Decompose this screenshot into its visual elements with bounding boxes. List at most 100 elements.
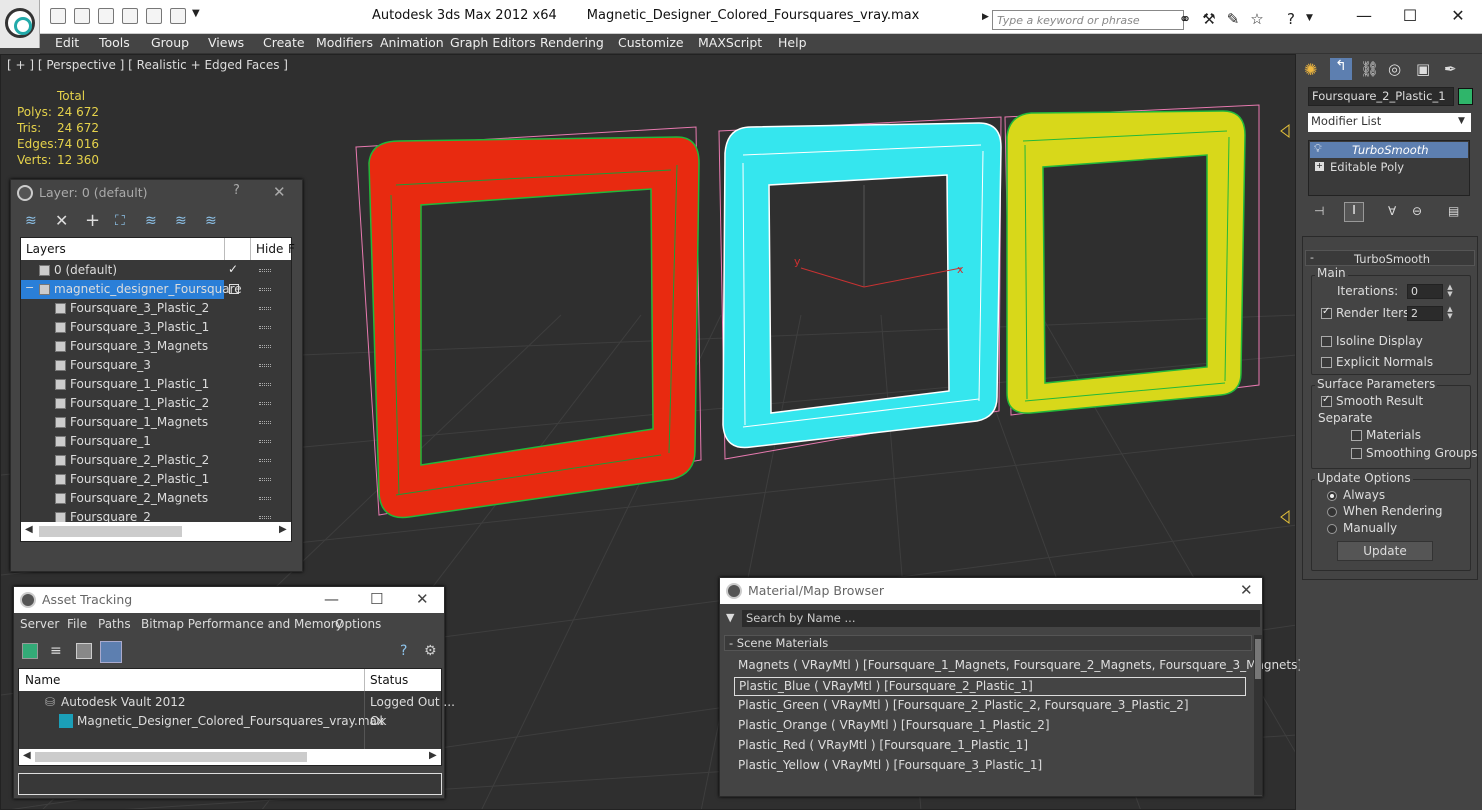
col-freeze[interactable]: F <box>288 242 295 256</box>
hide-toggle[interactable] <box>259 383 271 386</box>
bulb-icon[interactable]: 💡︎ <box>1314 142 1322 156</box>
help-dropdown-icon[interactable]: ▼ <box>1306 13 1313 23</box>
smoothing-groups-checkbox[interactable] <box>1351 448 1362 459</box>
hide-toggle[interactable] <box>259 364 271 367</box>
expand-icon[interactable]: + <box>1315 162 1324 171</box>
layer-hscroll-thumb[interactable] <box>39 526 182 537</box>
asset-minimize-button[interactable]: — <box>324 590 339 608</box>
material-vscrollbar[interactable] <box>1254 635 1262 795</box>
object-color-swatch[interactable] <box>1458 88 1473 105</box>
hide-toggle[interactable] <box>259 478 271 481</box>
asset-hscrollbar[interactable]: ◀ ▶ <box>19 749 441 765</box>
maximize-button[interactable]: ☐ <box>1392 4 1428 28</box>
undo-icon[interactable] <box>146 8 162 24</box>
minimize-button[interactable]: — <box>1346 4 1382 28</box>
hide-toggle[interactable] <box>259 440 271 443</box>
asset-maximize-button[interactable]: ☐ <box>370 590 383 608</box>
menu-graph-editors[interactable]: Graph Editors <box>450 35 536 50</box>
modify-tab-icon[interactable]: ↰ <box>1330 58 1352 80</box>
configure-sets-icon[interactable]: ▤ <box>1448 204 1459 218</box>
display-tab-icon[interactable]: ▣ <box>1416 60 1430 78</box>
menu-rendering[interactable]: Rendering <box>540 35 604 50</box>
when-rendering-radio[interactable] <box>1327 507 1337 517</box>
asset-menu-file[interactable]: File <box>67 617 87 631</box>
material-vscroll-thumb[interactable] <box>1255 639 1261 679</box>
table-view-icon[interactable] <box>100 641 122 663</box>
menu-create[interactable]: Create <box>263 35 305 50</box>
layer-close-button[interactable]: ✕ <box>273 183 286 201</box>
freeze-all-icon[interactable]: ≋ <box>205 213 217 229</box>
asset-row[interactable]: ⛁ Autodesk Vault 2012 Logged Out ... <box>19 693 455 712</box>
material-item[interactable]: Plastic_Orange ( VRayMtl ) [Foursquare_1… <box>734 717 1246 736</box>
quick-access-dropdown-icon[interactable]: ▼ <box>192 8 200 19</box>
hide-toggle[interactable] <box>259 497 271 500</box>
layer-row[interactable]: Foursquare_2_Plastic_1 <box>21 470 291 489</box>
col-name[interactable]: Name <box>25 673 60 687</box>
iterations-spinner[interactable]: 0 <box>1407 284 1443 299</box>
stack-item-editable-poly[interactable]: + Editable Poly <box>1310 159 1468 175</box>
viewport-label[interactable]: [ + ] [ Perspective ] [ Realistic + Edge… <box>7 58 288 72</box>
stack-item-turbosmooth[interactable]: 💡︎ TurboSmooth <box>1310 142 1468 158</box>
open-file-icon[interactable] <box>74 8 90 24</box>
asset-row[interactable]: Magnetic_Designer_Colored_Foursquares_vr… <box>19 712 441 731</box>
layer-row[interactable]: − magnetic_designer_Foursquare <box>21 280 291 299</box>
asset-menu-options[interactable]: Options <box>335 617 381 631</box>
asset-menu-server[interactable]: Server <box>20 617 59 631</box>
hide-toggle[interactable] <box>259 307 271 310</box>
menu-animation[interactable]: Animation <box>380 35 444 50</box>
asset-options-icon[interactable]: ⚙ <box>424 643 437 659</box>
col-layers[interactable]: Layers <box>26 242 66 256</box>
hierarchy-tab-icon[interactable]: ⛓ <box>1360 60 1379 78</box>
always-radio[interactable] <box>1327 491 1337 501</box>
render-iters-spinner[interactable]: 2 <box>1407 306 1443 321</box>
utilities-tab-icon[interactable]: ✒ <box>1444 60 1457 78</box>
active-layer-check-icon[interactable]: ✓ <box>228 262 238 276</box>
asset-status-field[interactable] <box>18 773 442 795</box>
explicit-normals-checkbox[interactable] <box>1321 357 1332 368</box>
hide-toggle[interactable] <box>259 402 271 405</box>
layer-row[interactable]: Foursquare_1 <box>21 432 291 451</box>
layer-row[interactable]: Foursquare_3_Magnets <box>21 337 291 356</box>
asset-menu-paths[interactable]: Paths <box>98 617 131 631</box>
save-file-icon[interactable] <box>98 8 114 24</box>
material-item[interactable]: Plastic_Red ( VRayMtl ) [Foursquare_1_Pl… <box>734 737 1246 756</box>
layer-row[interactable]: Foursquare_3_Plastic_2 <box>21 299 291 318</box>
collapse-icon[interactable]: − <box>25 281 34 294</box>
thumbnail-view-icon[interactable] <box>76 643 92 659</box>
iterations-spin-arrows[interactable]: ▲ ▼ <box>1445 284 1455 299</box>
hide-toggle[interactable] <box>259 326 271 329</box>
asset-close-button[interactable]: ✕ <box>416 590 429 608</box>
motion-tab-icon[interactable]: ◎ <box>1388 60 1401 78</box>
hide-toggle[interactable] <box>259 345 271 348</box>
create-tab-icon[interactable]: ✺ <box>1304 60 1317 79</box>
add-to-layer-icon[interactable]: + <box>85 210 100 231</box>
layer-row[interactable]: Foursquare_2_Plastic_2 <box>21 451 291 470</box>
menu-views[interactable]: Views <box>208 35 244 50</box>
layer-help-button[interactable]: ? <box>233 183 240 198</box>
layer-row[interactable]: Foursquare_1_Plastic_1 <box>21 375 291 394</box>
communication-icon[interactable]: ✎ <box>1224 10 1242 28</box>
layer-row[interactable]: Foursquare_1_Magnets <box>21 413 291 432</box>
refresh-icon[interactable] <box>22 643 38 659</box>
material-item[interactable]: Plastic_Green ( VRayMtl ) [Foursquare_2_… <box>734 697 1246 716</box>
render-iters-checkbox[interactable] <box>1321 306 1332 319</box>
layer-row[interactable]: Foursquare_1_Plastic_2 <box>21 394 291 413</box>
asset-help-icon[interactable]: ? <box>400 643 407 659</box>
render-iters-spin-arrows[interactable]: ▲ ▼ <box>1445 306 1455 321</box>
material-item[interactable]: Plastic_Blue ( VRayMtl ) [Foursquare_2_P… <box>734 677 1246 696</box>
hold-icon[interactable] <box>122 8 138 24</box>
new-layer-icon[interactable]: ≋ <box>25 213 37 229</box>
pin-stack-icon[interactable]: ⊣ <box>1314 204 1324 218</box>
show-end-result-icon[interactable]: Ⅰ <box>1344 202 1364 222</box>
search-input[interactable]: Type a keyword or phrase <box>992 10 1184 30</box>
col-hide[interactable]: Hide <box>256 242 283 256</box>
highlight-layer-icon[interactable]: ≋ <box>145 213 157 229</box>
hide-all-icon[interactable]: ≋ <box>175 213 187 229</box>
favorites-star-icon[interactable]: ☆ <box>1248 10 1266 28</box>
hide-toggle[interactable] <box>259 288 271 291</box>
layer-row[interactable]: Foursquare_2_Magnets <box>21 489 291 508</box>
col-status[interactable]: Status <box>370 673 408 687</box>
menu-maxscript[interactable]: MAXScript <box>698 35 762 50</box>
hide-toggle[interactable] <box>259 269 271 272</box>
set-current-icon[interactable] <box>229 284 239 294</box>
